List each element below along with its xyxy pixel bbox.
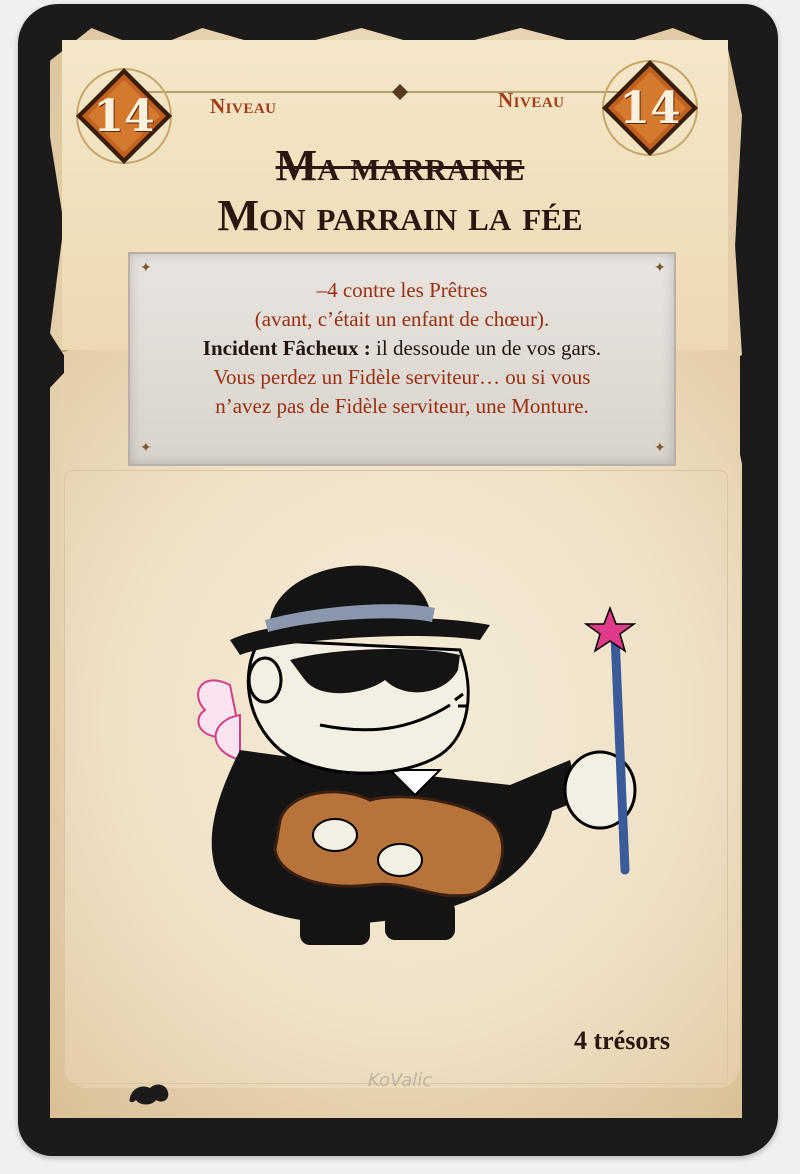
fairy-godfather-illustration [197,565,637,945]
star-icon [583,605,637,653]
incident-label: Incident Fâcheux : [202,336,371,360]
rivet-icon: ✦ [654,441,666,456]
rules-line-4: Vous perdez un Fidèle serviteur… ou si v… [213,365,591,389]
wings [197,679,242,762]
rules-line-1: –4 contre les Prêtres [316,278,488,302]
rules-line-2: (avant, c’était un enfant de chœur). [254,307,550,331]
rivet-icon: ✦ [140,261,152,276]
rules-box: ✦ ✦ ✦ ✦ –4 contre les Prêtres (avant, c’… [128,252,676,466]
treasure-count: 4 trésors [573,1026,670,1055]
level-label-left: Niveau [210,94,277,118]
wand [610,630,630,875]
incident-text: il dessoude un de vos gars. [370,336,602,360]
set-symbol-icon [129,1084,169,1105]
rules-line-5: n’avez pas de Fidèle serviteur, une Mont… [215,394,589,418]
level-label-right: Niveau [498,88,565,112]
card-title: Mon parrain la fée [217,191,583,240]
rivet-icon: ✦ [654,261,666,276]
rivet-icon: ✦ [140,441,152,456]
artist-signature: KoValic [367,1070,433,1091]
rules-text: –4 contre les Prêtres (avant, c’était un… [130,276,674,421]
rules-line-3: Incident Fâcheux : il dessoude un de vos… [130,334,674,363]
card-title-struck: Ma marraine [275,141,525,190]
